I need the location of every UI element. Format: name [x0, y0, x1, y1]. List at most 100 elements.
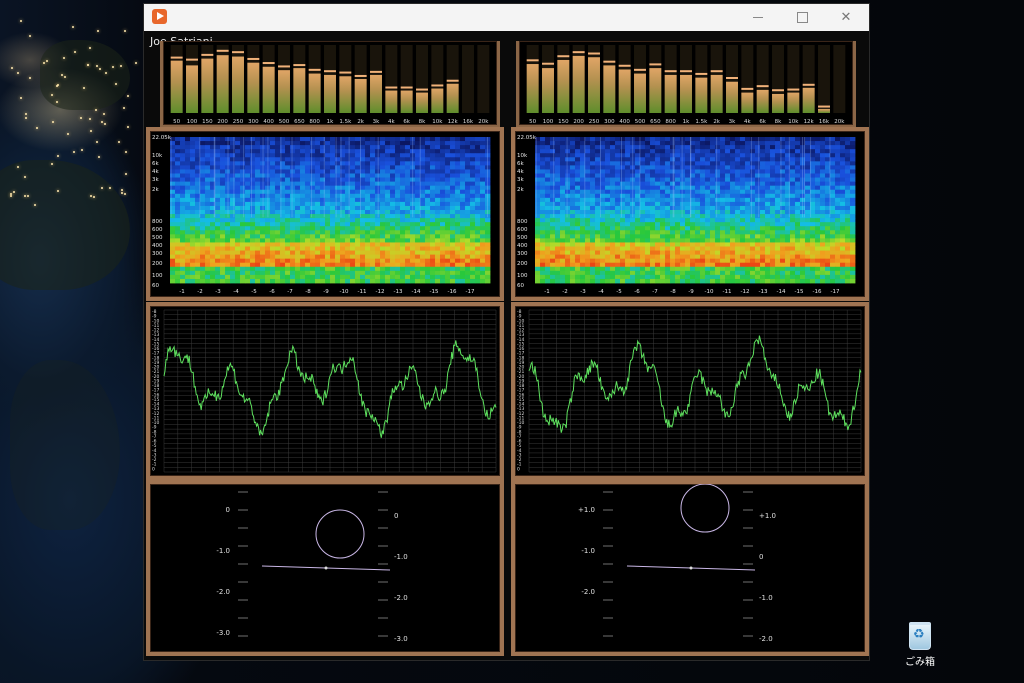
spectrogram-cell [345, 242, 351, 247]
spectrogram-cell [460, 141, 466, 146]
spectrogram-cell [775, 238, 781, 243]
spectrogram-cell [535, 266, 541, 272]
spectrogram-cell [290, 165, 296, 170]
spectrogram-cell [190, 165, 196, 170]
spectrogram-cell [570, 242, 576, 247]
spectrogram-cell [480, 250, 486, 256]
spectrogram-cell [640, 246, 646, 251]
spectrogram-cell [230, 258, 236, 264]
spectrogram-cell [595, 205, 601, 211]
spectrogram-cell [465, 246, 471, 251]
spectrogram-cell [345, 173, 351, 178]
spectrogram-cell [255, 238, 261, 243]
spectrogram-cell [180, 230, 186, 235]
spectrogram-cell [345, 262, 351, 268]
spectrogram-cell [275, 230, 281, 235]
spectrogram-cell [575, 258, 581, 264]
spectrogram-cell [175, 246, 181, 251]
spectrogram-cell [710, 165, 716, 170]
spectrogram-cell [580, 274, 586, 280]
spectrogram-cell [850, 226, 856, 231]
spectrogram-cell [190, 250, 196, 256]
spectrogram-cell [370, 238, 376, 243]
spectrogram-cell [310, 222, 316, 227]
spectrogram-cell [425, 234, 431, 239]
spectrogram-cell [835, 278, 841, 284]
spectrogram-cell [765, 262, 771, 268]
spectrogram-cell [595, 218, 601, 223]
spectrogram-cell [635, 230, 641, 235]
spectrogram-cell [540, 181, 546, 187]
maximize-button[interactable] [780, 4, 824, 31]
spectrogram-cell [270, 230, 276, 235]
spectrogram-cell [330, 250, 336, 256]
title-bar[interactable]: ✕ [144, 4, 869, 31]
spectrogram-cell [765, 197, 771, 203]
spectrogram-cell [355, 165, 361, 170]
spectrogram-cell [365, 254, 371, 260]
spectrogram-cell [325, 222, 331, 227]
spectrogram-cell [585, 222, 591, 227]
spectrogram-cell [600, 246, 606, 251]
spectrogram-cell [590, 274, 596, 280]
spectrogram-cell [355, 238, 361, 243]
close-button[interactable]: ✕ [824, 4, 868, 31]
spectrogram-cell [840, 149, 846, 154]
spectrogram-cell [275, 177, 281, 183]
spectrogram-cell [325, 218, 331, 223]
spectrogram-cell [215, 173, 221, 178]
spectrogram-cell [665, 226, 671, 231]
spectrogram-cell [675, 181, 681, 187]
spectrogram-cell [235, 145, 241, 150]
spectrogram-cell [755, 210, 761, 215]
spectrogram-cell [790, 153, 796, 158]
recycle-bin-shortcut[interactable]: ごみ箱 [898, 622, 942, 668]
spectrogram-cell [670, 238, 676, 243]
spectrogram-cell [615, 161, 621, 166]
spectrogram-cell [735, 226, 741, 231]
spectrogram-cell [705, 266, 711, 272]
spectrogram-cell [605, 157, 611, 162]
eq-band-label: 800 [665, 119, 676, 125]
spectrogram-cell [205, 157, 211, 162]
spectrogram-cell [835, 141, 841, 146]
spectrogram-cell [660, 266, 666, 272]
spectrogram-cell [550, 173, 556, 178]
spectrogram-cell [775, 193, 781, 199]
spectrogram-cell [260, 258, 266, 264]
minimize-button[interactable] [736, 4, 780, 31]
spectrogram-cell [240, 141, 246, 146]
eq-bar-background [477, 45, 490, 113]
spectrogram-cell [615, 254, 621, 260]
spectrogram-cell [580, 234, 586, 239]
spectrogram-cell [695, 246, 701, 251]
spectrogram-cell [190, 169, 196, 174]
spectrogram-cell [665, 230, 671, 235]
spectrogram-cell [600, 234, 606, 239]
spectrogram-cell [755, 157, 761, 162]
spectrogram-cell [295, 226, 301, 231]
spectrogram-cell [620, 238, 626, 243]
spectrogram-cell [385, 185, 391, 191]
spectrogram-cell [485, 222, 491, 227]
spectrogram-cell [620, 222, 626, 227]
spectrogram-cell [685, 177, 691, 183]
spectrogram-cell [360, 238, 366, 243]
spectrogram-cell [245, 161, 251, 166]
spectrogram-cell [450, 197, 456, 203]
spectrogram-cell [670, 169, 676, 174]
spectrogram-cell [190, 266, 196, 272]
spectrogram-cell [750, 242, 756, 247]
spectrogram-cell [565, 210, 571, 215]
spectrogram-cell [440, 274, 446, 280]
spectrogram-cell [560, 234, 566, 239]
spectrogram-cell [230, 254, 236, 260]
spectrogram-cell [615, 266, 621, 272]
spectrogram-cell [460, 169, 466, 174]
spectrogram-cell [710, 222, 716, 227]
visualizer-window[interactable]: ✕ Joe Satriani 5010015020025030040050065… [144, 4, 869, 660]
spectrogram-cell [570, 278, 576, 284]
spectrogram-cell [805, 234, 811, 239]
spectrogram-cell [700, 278, 706, 284]
spectrogram-cell [185, 145, 191, 150]
